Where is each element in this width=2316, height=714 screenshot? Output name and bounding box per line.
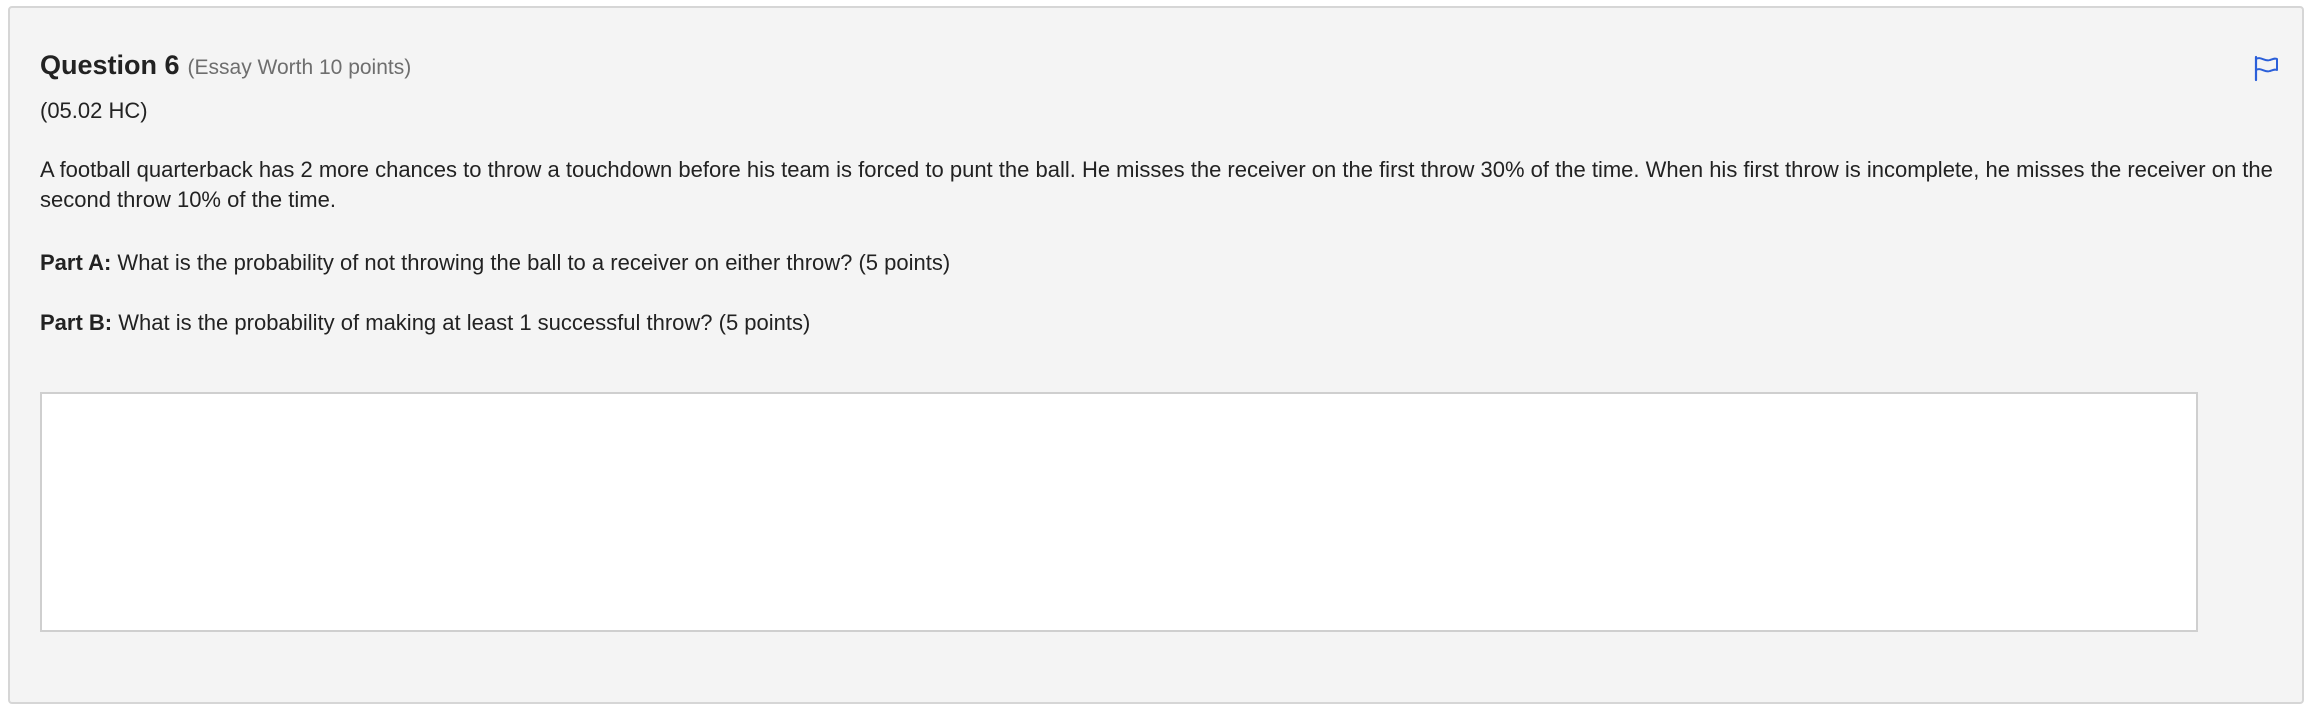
flag-icon bbox=[2254, 55, 2278, 82]
question-standard-code: (05.02 HC) bbox=[40, 98, 148, 123]
part-a-label: Part A: bbox=[40, 250, 112, 275]
essay-answer-input[interactable] bbox=[40, 392, 2198, 632]
flag-button[interactable] bbox=[2250, 52, 2282, 84]
question-title: Question 6 bbox=[40, 50, 180, 80]
part-a-text: What is the probability of not throwing … bbox=[111, 250, 951, 275]
part-a: Part A: What is the probability of not t… bbox=[40, 248, 950, 278]
question-header: Question 6 (Essay Worth 10 points) bbox=[40, 50, 411, 81]
part-b-text: What is the probability of making at lea… bbox=[112, 310, 811, 335]
question-prompt: A football quarterback has 2 more chance… bbox=[40, 157, 2273, 212]
part-b: Part B: What is the probability of makin… bbox=[40, 308, 810, 338]
question-card: Question 6 (Essay Worth 10 points) (05.0… bbox=[8, 6, 2304, 704]
part-b-label: Part B: bbox=[40, 310, 113, 335]
question-worth: (Essay Worth 10 points) bbox=[187, 56, 412, 79]
